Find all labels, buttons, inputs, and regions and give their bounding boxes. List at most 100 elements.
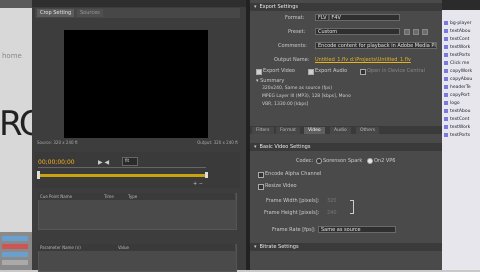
work-area-bar[interactable] [38, 174, 206, 177]
col-cue-name[interactable]: Cue Point Name [40, 194, 72, 199]
layer-icon [444, 68, 448, 73]
timecode-display[interactable]: 00;00;00;00 [38, 159, 75, 166]
background-taskbar [0, 232, 32, 270]
layer-item[interactable]: headerTe [444, 84, 478, 92]
background-text: home [2, 52, 22, 60]
play-icon[interactable]: ▶ ◀ [98, 159, 109, 166]
output-name-label: Output Name: [274, 57, 310, 63]
layer-item[interactable]: Click me [444, 60, 478, 68]
export-video-checkbox[interactable] [256, 69, 262, 75]
delete-preset-icon[interactable] [422, 29, 428, 35]
layer-item[interactable]: copyAbou [444, 76, 478, 84]
bitrate-header[interactable]: ▾ Bitrate Settings [250, 243, 442, 251]
taskbar-item[interactable] [2, 252, 28, 257]
format-dropdown[interactable]: FLV | F4V [315, 14, 400, 21]
tab-video[interactable]: Video [304, 127, 325, 134]
collapse-icon: ▾ [254, 244, 257, 250]
layer-item[interactable]: textAbou [444, 28, 478, 36]
layer-item[interactable]: bg-player [444, 20, 478, 28]
layer-icon [444, 84, 448, 89]
layer-icon [444, 20, 448, 25]
save-preset-icon[interactable] [404, 29, 410, 35]
export-video-label: Export Video [263, 68, 295, 74]
codec-on2vp6-radio[interactable] [367, 158, 373, 164]
layer-icon [444, 60, 448, 65]
codec-sorenson-radio[interactable] [316, 158, 322, 164]
codec-on2vp6-label: On2 VP6 [374, 158, 396, 164]
tab-audio[interactable]: Audio [330, 127, 351, 134]
col-parameter-name[interactable]: Parameter Name (n) [40, 245, 81, 250]
frame-rate-label: Frame Rate [fps]: [272, 227, 316, 233]
col-type[interactable]: Type [128, 194, 137, 199]
dialog-titlebar [32, 0, 246, 7]
summary-line: VBR, 1330.00 [kbps] [262, 102, 309, 107]
layer-icon [444, 132, 448, 137]
layer-item[interactable]: textCont [444, 36, 478, 44]
summary-line: 320x240, Same as source (fps) [262, 86, 333, 91]
layer-icon [444, 124, 448, 129]
layer-item[interactable]: textWork [444, 124, 478, 132]
add-cue-icon[interactable]: + − [193, 181, 203, 187]
output-name-link[interactable]: Untitled_1.flv d:\Projects\Untitled_1.fl… [315, 57, 437, 63]
frame-width-label: Frame Width [pixels]: [266, 198, 320, 204]
background-browser: home RC [0, 0, 43, 270]
open-device-central-label: Open in Device Central [367, 68, 425, 74]
encode-alpha-label: Encode Alpha Channel [265, 171, 322, 177]
export-settings-header[interactable]: ▾ Export Settings [250, 3, 442, 11]
codec-sorenson-label: Sorenson Spark [323, 158, 363, 164]
parameters-header: Parameter Name (n) Value [38, 244, 235, 251]
fit-dropdown[interactable]: fit [122, 157, 138, 166]
background-page: home RC [0, 8, 43, 270]
basic-video-header[interactable]: ▾ Basic Video Settings [250, 143, 442, 151]
fit-value: fit [125, 158, 130, 163]
tab-sources[interactable]: Sources [77, 9, 103, 17]
col-value[interactable]: Value [118, 245, 129, 250]
tab-crop-setting[interactable]: Crop Setting [37, 9, 75, 17]
frame-width-value[interactable]: 320 [327, 198, 337, 204]
output-size: Output: 320 x 240 ft [197, 140, 238, 145]
layer-item[interactable]: logo [444, 100, 478, 108]
cue-points-header: Cue Point Name Time Type [38, 193, 235, 200]
summary-toggle[interactable]: ▾ Summary [256, 78, 284, 84]
tab-format[interactable]: Format [276, 127, 300, 134]
layer-icon [444, 36, 448, 41]
layer-item[interactable]: textAbou [444, 108, 478, 116]
frame-rate-dropdown[interactable]: Same as source [318, 226, 396, 233]
resize-video-checkbox[interactable] [258, 184, 264, 190]
tab-others[interactable]: Others [356, 127, 380, 134]
video-preview [64, 30, 208, 138]
constrain-proportions-icon[interactable] [350, 200, 354, 214]
import-preset-icon[interactable] [413, 29, 419, 35]
in-point-handle[interactable] [37, 171, 40, 179]
tab-filters[interactable]: Filters [252, 127, 274, 134]
encode-alpha-checkbox[interactable] [258, 172, 264, 178]
layer-icon [444, 100, 448, 105]
layer-icon [444, 28, 448, 33]
open-device-central-checkbox[interactable] [360, 69, 366, 75]
layer-item[interactable]: textPorts [444, 52, 478, 60]
layer-item[interactable]: textPorts [444, 132, 478, 140]
frame-height-value[interactable]: 240 [327, 210, 337, 216]
layer-icon [444, 108, 448, 113]
background-toolbar [442, 0, 480, 10]
layer-item[interactable]: copyPort [444, 92, 478, 100]
summary-line: MPEG Layer III (MP3), 128 [kbps], Mono [262, 94, 351, 99]
col-time[interactable]: Time [104, 194, 114, 199]
taskbar-item[interactable] [2, 236, 28, 241]
layer-icon [444, 76, 448, 81]
taskbar-item[interactable] [2, 244, 28, 249]
layer-icon [444, 116, 448, 121]
layer-item[interactable]: textWork [444, 44, 478, 52]
format-label: Format: [285, 15, 305, 21]
comments-field[interactable]: Encode content for playback in Adobe Med… [315, 42, 437, 49]
layer-item[interactable]: copyWork [444, 68, 478, 76]
layer-item[interactable]: textCont [444, 116, 478, 124]
taskbar-item[interactable] [2, 260, 28, 265]
out-point-handle[interactable] [205, 172, 208, 178]
background-layer-list: bg-player textAbou textCont textWork tex… [442, 0, 480, 270]
layer-icon [444, 52, 448, 57]
preview-tabs: Crop Setting Sources [35, 8, 240, 18]
codec-label: Codec: [296, 158, 314, 164]
export-audio-checkbox[interactable] [308, 69, 314, 75]
preset-dropdown[interactable]: Custom [315, 28, 400, 35]
